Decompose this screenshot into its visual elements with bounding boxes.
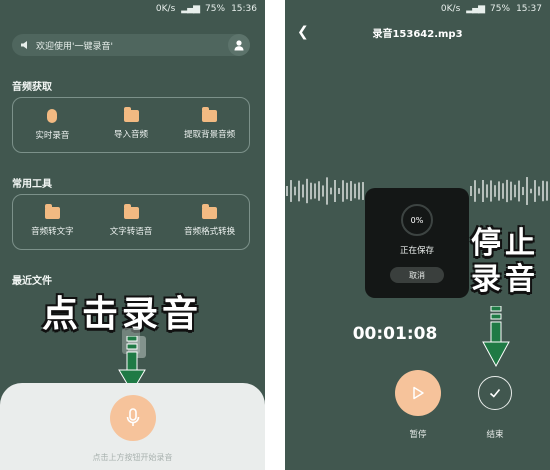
folder-icon [123,107,139,122]
profile-button[interactable] [228,34,250,56]
stop-record-annotation: 停止 录音 [471,226,539,298]
microphone-icon [126,408,140,426]
audio-card: 实时录音 导入音频 提取背景音频 [12,97,250,153]
record-button[interactable] [110,395,156,441]
network-speed: 0K/s [440,4,461,14]
elapsed-timer: 00:01:08 [352,324,438,344]
audio-section-title: 音频获取 [12,82,52,93]
network-speed: 0K/s [155,4,176,14]
microphone-icon [47,109,58,123]
import-audio-item[interactable]: 导入音频 [92,98,171,152]
progress-ring: 0% [401,204,433,236]
import-audio-label: 导入音频 [114,130,149,140]
pause-label: 暂停 [409,430,427,440]
battery-level: 75% [205,4,226,14]
recording-screen: 0K/s ▂▄▆ 75% 15:37 ❮ 录音153642.mp3 0% 正在保… [285,0,550,470]
folder-icon [202,107,218,122]
tools-section-title: 常用工具 [12,179,52,190]
audio-to-text-label: 音频转文字 [31,227,74,237]
cancel-button[interactable]: 取消 [390,267,444,283]
saving-dialog: 0% 正在保存 取消 [365,188,469,298]
chart-icon [123,204,139,219]
finish-button[interactable] [478,376,512,410]
welcome-banner: 欢迎使用'一键录音' [12,34,250,56]
welcome-text: 欢迎使用'一键录音' [36,41,113,52]
extract-audio-item[interactable]: 提取背景音频 [170,98,249,152]
clock: 15:37 [516,4,542,14]
audio-to-text-item[interactable]: 音频转文字 [13,195,92,249]
pause-button[interactable] [395,370,441,416]
status-bar: 0K/s ▂▄▆ 75% 15:36 [0,0,265,18]
finish-label: 结束 [486,430,504,440]
extract-audio-label: 提取背景音频 [184,130,236,140]
text-to-speech-label: 文字转语音 [109,227,153,237]
annotation-line-2: 录音 [471,262,539,297]
signal-icon: ▂▄▆ [181,4,200,14]
home-screen: 0K/s ▂▄▆ 75% 15:36 欢迎使用'一键录音' 音频获取 实时录音 … [0,0,265,470]
recording-title: 录音153642.mp3 [372,29,463,40]
format-convert-item[interactable]: 音频格式转换 [170,195,249,249]
text-to-speech-item[interactable]: 文字转语音 [92,195,171,249]
record-hint: 点击上方按钮开始录音 [92,453,173,462]
signal-icon: ▂▄▆ [466,4,485,14]
format-convert-label: 音频格式转换 [184,227,236,237]
tools-card: 音频转文字 文字转语音 音频格式转换 [12,194,250,250]
clock: 15:36 [231,4,257,14]
document-icon [44,204,60,219]
status-bar: 0K/s ▂▄▆ 75% 15:37 [285,0,550,18]
live-record-item[interactable]: 实时录音 [13,98,92,152]
user-icon [234,40,244,51]
folder-icon [202,204,218,219]
annotation-line-1: 停止 [471,226,539,261]
play-icon [413,386,424,400]
saving-status: 正在保存 [399,246,434,256]
megaphone-icon [21,41,27,49]
live-record-label: 实时录音 [35,131,70,141]
check-icon [489,388,501,398]
battery-level: 75% [490,4,511,14]
